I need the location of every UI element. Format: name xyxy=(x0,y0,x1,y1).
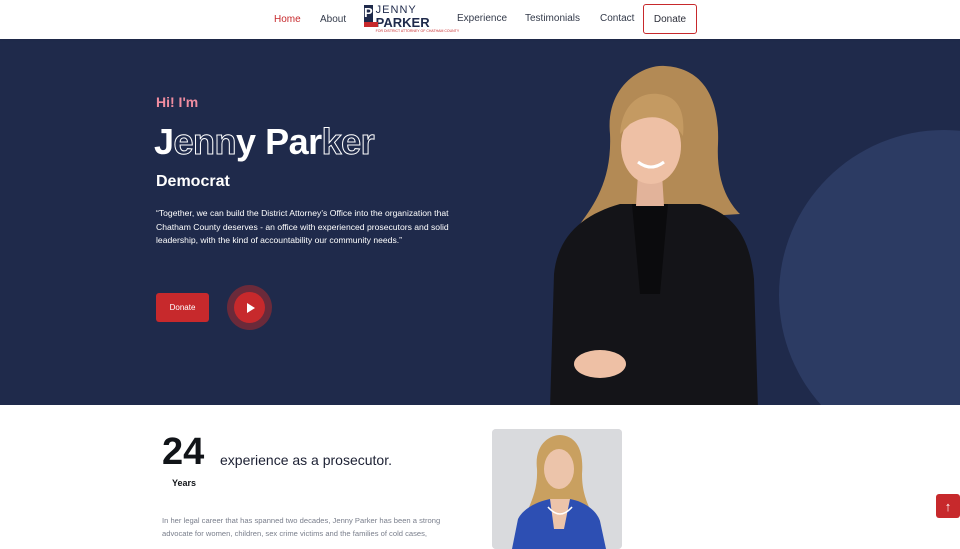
bio-text: In her legal career that has spanned two… xyxy=(162,516,441,538)
play-icon xyxy=(246,302,255,313)
years-count: 24 xyxy=(162,431,205,473)
hero-section: Hi! I'm Jenny Parker Democrat “Together,… xyxy=(0,39,960,405)
nav-testimonials-link[interactable]: Testimonials xyxy=(525,13,580,24)
top-navigation: Home About P JENNY PARKER FOR DISTRICT A… xyxy=(0,0,960,39)
years-label: Years xyxy=(172,478,197,488)
nav-home-link[interactable]: Home xyxy=(274,14,301,25)
scroll-to-top-button[interactable]: ↑ xyxy=(936,494,960,518)
logo-mark-icon: P xyxy=(364,5,378,27)
hero-donate-button[interactable]: Donate xyxy=(156,293,209,322)
logo-last-name: PARKER xyxy=(375,15,430,30)
site-logo[interactable]: P JENNY PARKER FOR DISTRICT ATTORNEY OF … xyxy=(364,5,459,33)
nav-experience-link[interactable]: Experience xyxy=(457,13,507,24)
video-play-button[interactable] xyxy=(227,285,272,330)
hero-greeting: Hi! I'm xyxy=(156,94,199,110)
nav-about-link[interactable]: About xyxy=(320,14,346,25)
hero-party: Democrat xyxy=(156,173,230,190)
candidate-portrait xyxy=(550,65,758,405)
hero-decorative-circle xyxy=(779,130,960,405)
hero-name: Jenny Parker xyxy=(154,121,375,163)
experience-headline: experience as a prosecutor. xyxy=(220,452,392,468)
arrow-up-icon: ↑ xyxy=(944,498,952,514)
logo-tagline: FOR DISTRICT ATTORNEY OF CHATHAM COUNTY xyxy=(375,29,460,33)
nav-donate-button[interactable]: Donate xyxy=(643,4,697,34)
candidate-photo xyxy=(492,429,622,549)
nav-contact-link[interactable]: Contact xyxy=(600,13,634,24)
hero-quote: “Together, we can build the District Att… xyxy=(156,208,449,245)
